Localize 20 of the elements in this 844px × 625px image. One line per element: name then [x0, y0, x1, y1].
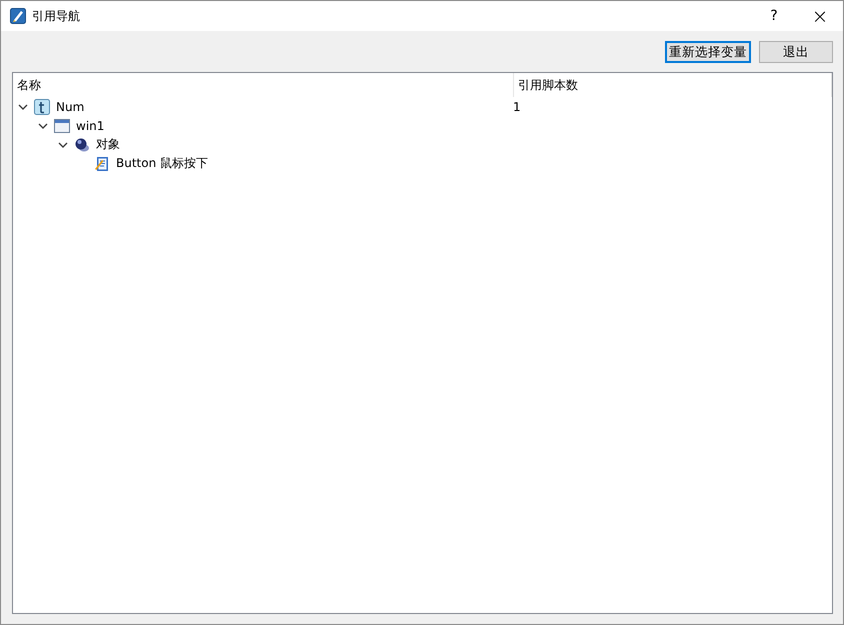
collapse-chevron-icon[interactable] [18, 102, 28, 112]
collapse-chevron-icon[interactable] [38, 120, 48, 130]
window-title: 引用导航 [32, 8, 80, 24]
variable-icon [34, 98, 50, 114]
help-button[interactable]: ? [751, 1, 797, 31]
window-icon [54, 118, 70, 134]
pen-icon [10, 8, 26, 24]
script-icon [94, 156, 110, 172]
tree-item-label[interactable]: win1 [76, 118, 104, 132]
sphere-icon [74, 136, 90, 152]
column-header[interactable]: 名称 [17, 76, 41, 94]
dialog-button[interactable]: 退出 [759, 41, 833, 63]
dialog-button[interactable]: 重新选择变量 [665, 41, 751, 63]
collapse-chevron-icon[interactable] [58, 140, 68, 150]
tree-item-label[interactable]: 对象 [96, 136, 120, 153]
tree-item-label[interactable]: Button 鼠标按下 [116, 155, 208, 172]
count-cell: 1 [513, 100, 521, 114]
close-button[interactable]: × [797, 1, 843, 31]
tree-item-label[interactable]: Num [56, 100, 84, 114]
column-header[interactable]: 引用脚本数 [518, 76, 578, 94]
